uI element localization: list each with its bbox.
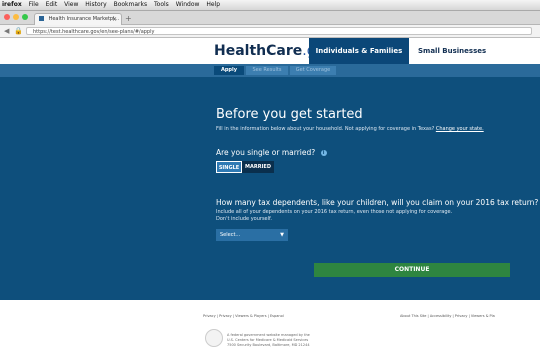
dependents-select[interactable]: Select... ▼ (216, 229, 288, 241)
menubar: irefox File Edit View History Bookmarks … (0, 0, 540, 11)
menubar-window[interactable]: Window (176, 1, 200, 8)
site-header: HealthCare.gov Individuals & Families Sm… (0, 38, 540, 64)
menubar-bookmarks[interactable]: Bookmarks (114, 1, 148, 8)
browser-tab[interactable]: Health Insurance Marketpl... × (34, 13, 122, 25)
site-footer: Privacy | Privacy | Viewers & Players | … (0, 300, 540, 360)
step-see-results: See Results (246, 66, 288, 75)
nav-individuals-families[interactable]: Individuals & Families (309, 38, 409, 64)
progress-steps: Apply See Results Get Coverage (0, 64, 540, 77)
intro-message: Fill in the information below about your… (216, 126, 435, 132)
single-button[interactable]: SINGLE (216, 161, 242, 173)
zoom-window-button[interactable] (22, 14, 28, 20)
close-tab-icon[interactable]: × (112, 14, 117, 25)
favicon-icon (39, 16, 44, 21)
logo-health-text: HealthCare (214, 43, 303, 59)
step-apply: Apply (214, 66, 244, 75)
minimize-window-button[interactable] (13, 14, 19, 20)
select-placeholder: Select... (220, 232, 241, 238)
menubar-file[interactable]: File (29, 1, 39, 8)
page-title: Before you get started (216, 107, 363, 122)
menubar-help[interactable]: Help (206, 1, 220, 8)
address-bar: ◀ 🔒 https://test.healthcare.gov/en/see-p… (0, 25, 540, 38)
continue-button[interactable]: CONTINUE (314, 263, 510, 277)
intro-text: Fill in the information below about your… (216, 126, 484, 133)
close-window-button[interactable] (4, 14, 10, 20)
new-tab-button[interactable]: + (125, 14, 132, 23)
dependents-question: How many tax dependents, like your child… (216, 198, 540, 208)
menubar-edit[interactable]: Edit (46, 1, 58, 8)
nav-small-businesses[interactable]: Small Businesses (418, 38, 508, 64)
menubar-tools[interactable]: Tools (154, 1, 169, 8)
url-field[interactable]: https://test.healthcare.gov/en/see-plans… (26, 27, 532, 35)
menubar-history[interactable]: History (85, 1, 106, 8)
lock-icon: 🔒 (14, 27, 23, 35)
marital-status-label: Are you single or married? (216, 148, 316, 157)
main-form-panel: Before you get started Fill in the infor… (0, 77, 540, 300)
help-line-1: Include all of your dependents on your 2… (216, 209, 453, 215)
info-circle-icon[interactable]: i (320, 150, 327, 156)
dependents-help-text: Include all of your dependents on your 2… (216, 209, 452, 223)
disclaimer-line-3: 7500 Security Boulevard, Baltimore, MD 2… (227, 343, 310, 347)
help-line-2: Don't include yourself. (216, 216, 273, 222)
change-state-link[interactable]: Change your state. (436, 126, 484, 132)
footer-links-right[interactable]: About This Site | Accessibility | Privac… (400, 314, 495, 318)
marital-status-question: Are you single or married? i (216, 148, 327, 158)
back-arrow-icon[interactable]: ◀ (4, 26, 9, 36)
footer-disclaimer: A federal government website managed by … (227, 333, 310, 348)
chevron-down-icon: ▼ (280, 232, 284, 238)
browser-tab-title: Health Insurance Marketpl... (48, 16, 120, 22)
hhs-seal-icon (205, 329, 223, 347)
dependents-label: How many tax dependents, like your child… (216, 198, 539, 207)
married-button[interactable]: MARRIED (242, 161, 274, 173)
step-get-coverage: Get Coverage (290, 66, 336, 75)
tab-strip: Health Insurance Marketpl... × + (0, 11, 540, 25)
footer-links-left[interactable]: Privacy | Privacy | Viewers & Players | … (203, 314, 284, 318)
menubar-view[interactable]: View (64, 1, 78, 8)
menubar-app-name[interactable]: irefox (2, 1, 22, 8)
